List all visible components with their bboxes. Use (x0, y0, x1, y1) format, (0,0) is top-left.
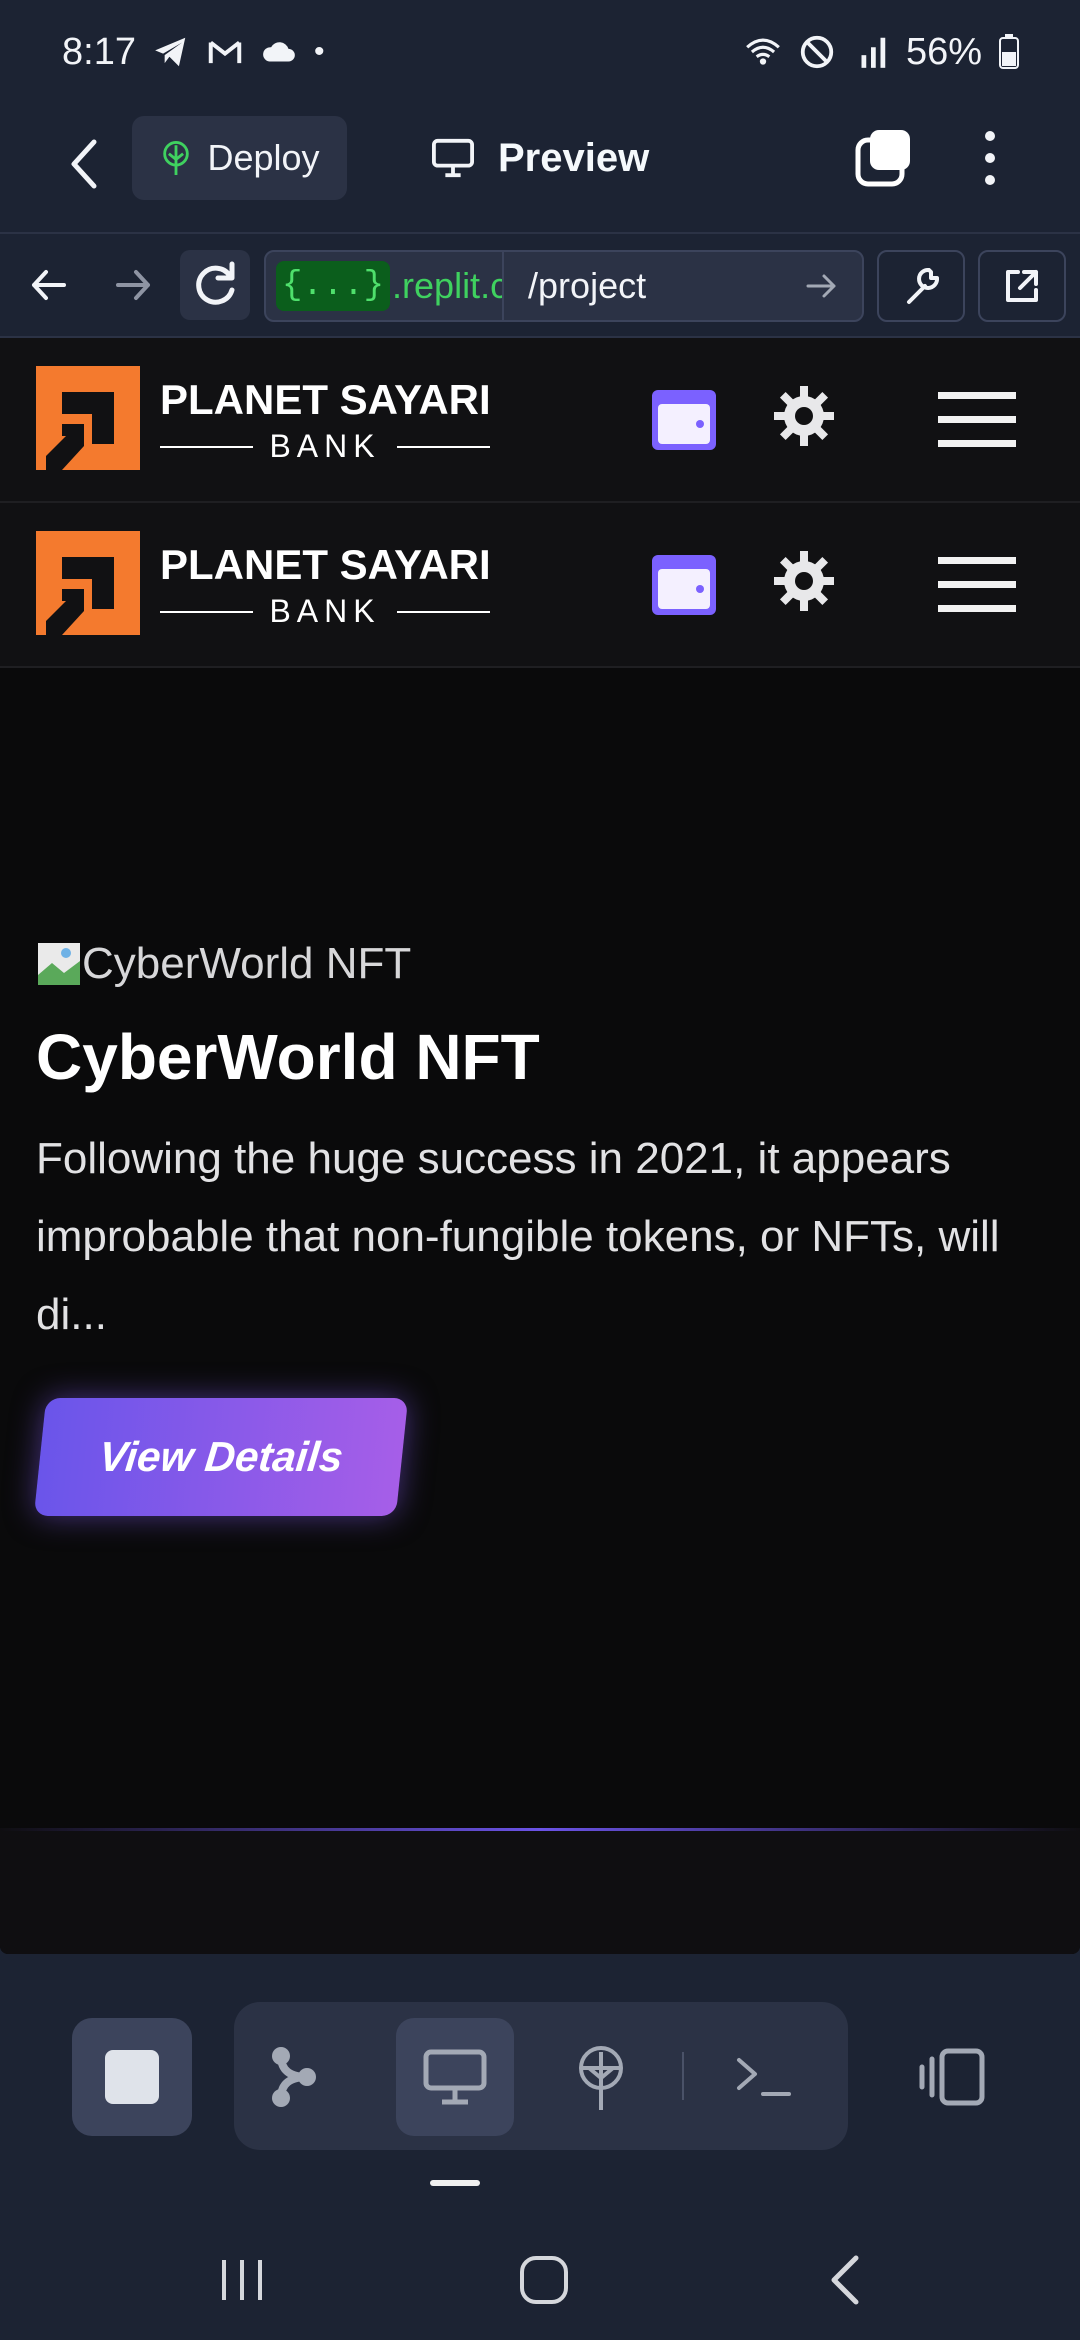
tool-group (234, 2002, 848, 2150)
logo-text[interactable]: PLANET SAYARI BANK (160, 376, 491, 465)
wallet-icon[interactable] (650, 551, 718, 619)
url-separator (502, 252, 505, 320)
logo-subtitle: BANK (269, 593, 381, 629)
telegram-icon (155, 37, 186, 67)
dnd-icon (800, 35, 834, 69)
preview-tab[interactable]: Preview (430, 116, 649, 200)
web-preview: PLANET SAYARI BANK PLANET SAYARI BANK Cy… (0, 338, 1080, 1954)
site-navbar-duplicate: PLANET SAYARI BANK (0, 503, 1080, 668)
wifi-icon (746, 38, 780, 65)
wrench-icon (907, 267, 940, 304)
deploy-tool-icon (579, 2046, 623, 2110)
deploy-icon (163, 141, 190, 175)
stop-icon (105, 2050, 159, 2104)
url-domain: .replit.c (392, 265, 503, 306)
browser-forward-icon[interactable] (108, 260, 158, 310)
url-badge: {...} (276, 261, 391, 311)
home-icon[interactable] (514, 2250, 574, 2310)
deploy-label: Deploy (207, 137, 320, 178)
open-new-tab-button[interactable] (978, 250, 1066, 322)
hamburger-menu-icon[interactable] (938, 553, 1016, 617)
layout-icon (919, 2048, 985, 2106)
planet-sayari-logo-icon[interactable] (36, 366, 140, 470)
battery-percent: 56% (905, 30, 982, 73)
reload-button[interactable] (180, 250, 250, 320)
gesture-indicator (430, 2180, 480, 2186)
settings-gear-icon[interactable] (772, 384, 836, 448)
nft-card: CyberWorld NFT CyberWorld NFT Following … (33, 938, 1046, 1516)
broken-image-icon (38, 943, 80, 985)
tool-separator (682, 2052, 684, 2100)
tabs-icon[interactable] (852, 126, 916, 190)
status-bar: 8:17 • 56% (0, 0, 1080, 104)
preview-label: Preview (498, 135, 650, 180)
nft-image-broken: CyberWorld NFT (36, 938, 1046, 990)
recent-apps-icon[interactable] (212, 2250, 272, 2310)
site-navbar: PLANET SAYARI BANK (0, 338, 1080, 503)
logo-text[interactable]: PLANET SAYARI BANK (160, 541, 491, 630)
preview-icon (423, 2049, 487, 2105)
status-dot: • (313, 35, 325, 68)
footer-strip (0, 1828, 1080, 1954)
more-options-icon[interactable] (970, 126, 1010, 190)
nft-title: CyberWorld NFT (36, 1021, 540, 1093)
replit-dock (0, 1954, 1080, 2150)
cloud-icon (263, 42, 295, 62)
settings-gear-icon[interactable] (772, 549, 836, 613)
logo-subtitle-row: BANK (160, 593, 491, 630)
deploy-tool-button[interactable] (542, 2018, 660, 2136)
replit-header: Deploy Preview (0, 104, 1080, 232)
logo-title: PLANET SAYARI (160, 376, 491, 423)
reload-icon (196, 261, 235, 305)
android-nav-bar (0, 2220, 1080, 2340)
git-button[interactable] (234, 2018, 352, 2136)
deploy-button[interactable]: Deploy (132, 116, 347, 200)
browser-back-icon[interactable] (24, 260, 74, 310)
url-bar[interactable]: {...} .replit.c /project (264, 250, 864, 322)
nft-description: Following the huge success in 2021, it a… (36, 1134, 1000, 1339)
url-path: /project (528, 265, 647, 306)
wallet-icon[interactable] (650, 386, 718, 454)
android-back-icon[interactable] (818, 2250, 878, 2310)
gmail-icon (208, 40, 242, 64)
layout-button[interactable] (904, 2018, 1000, 2136)
logo-title: PLANET SAYARI (160, 541, 491, 588)
external-link-icon (1006, 270, 1038, 302)
devtools-button[interactable] (877, 250, 965, 322)
monitor-icon (432, 138, 474, 178)
browser-bar: {...} .replit.c /project (0, 232, 1080, 338)
status-time: 8:17 (62, 30, 136, 73)
signal-icon (861, 37, 886, 68)
planet-sayari-logo-icon[interactable] (36, 531, 140, 635)
shell-button[interactable] (704, 2018, 822, 2136)
git-icon (272, 2047, 316, 2107)
go-arrow-icon[interactable] (802, 266, 842, 306)
logo-subtitle: BANK (269, 428, 381, 464)
view-details-label: View Details (96, 1433, 346, 1480)
logo-subtitle-row: BANK (160, 428, 491, 465)
stop-button[interactable] (72, 2018, 192, 2136)
back-icon[interactable] (60, 134, 110, 194)
terminal-icon (737, 2058, 791, 2096)
hamburger-menu-icon[interactable] (938, 388, 1016, 452)
battery-icon (999, 34, 1019, 69)
view-details-button[interactable]: View Details (33, 1398, 409, 1516)
nft-image-alt: CyberWorld NFT (82, 939, 412, 988)
preview-tool-button[interactable] (396, 2018, 514, 2136)
